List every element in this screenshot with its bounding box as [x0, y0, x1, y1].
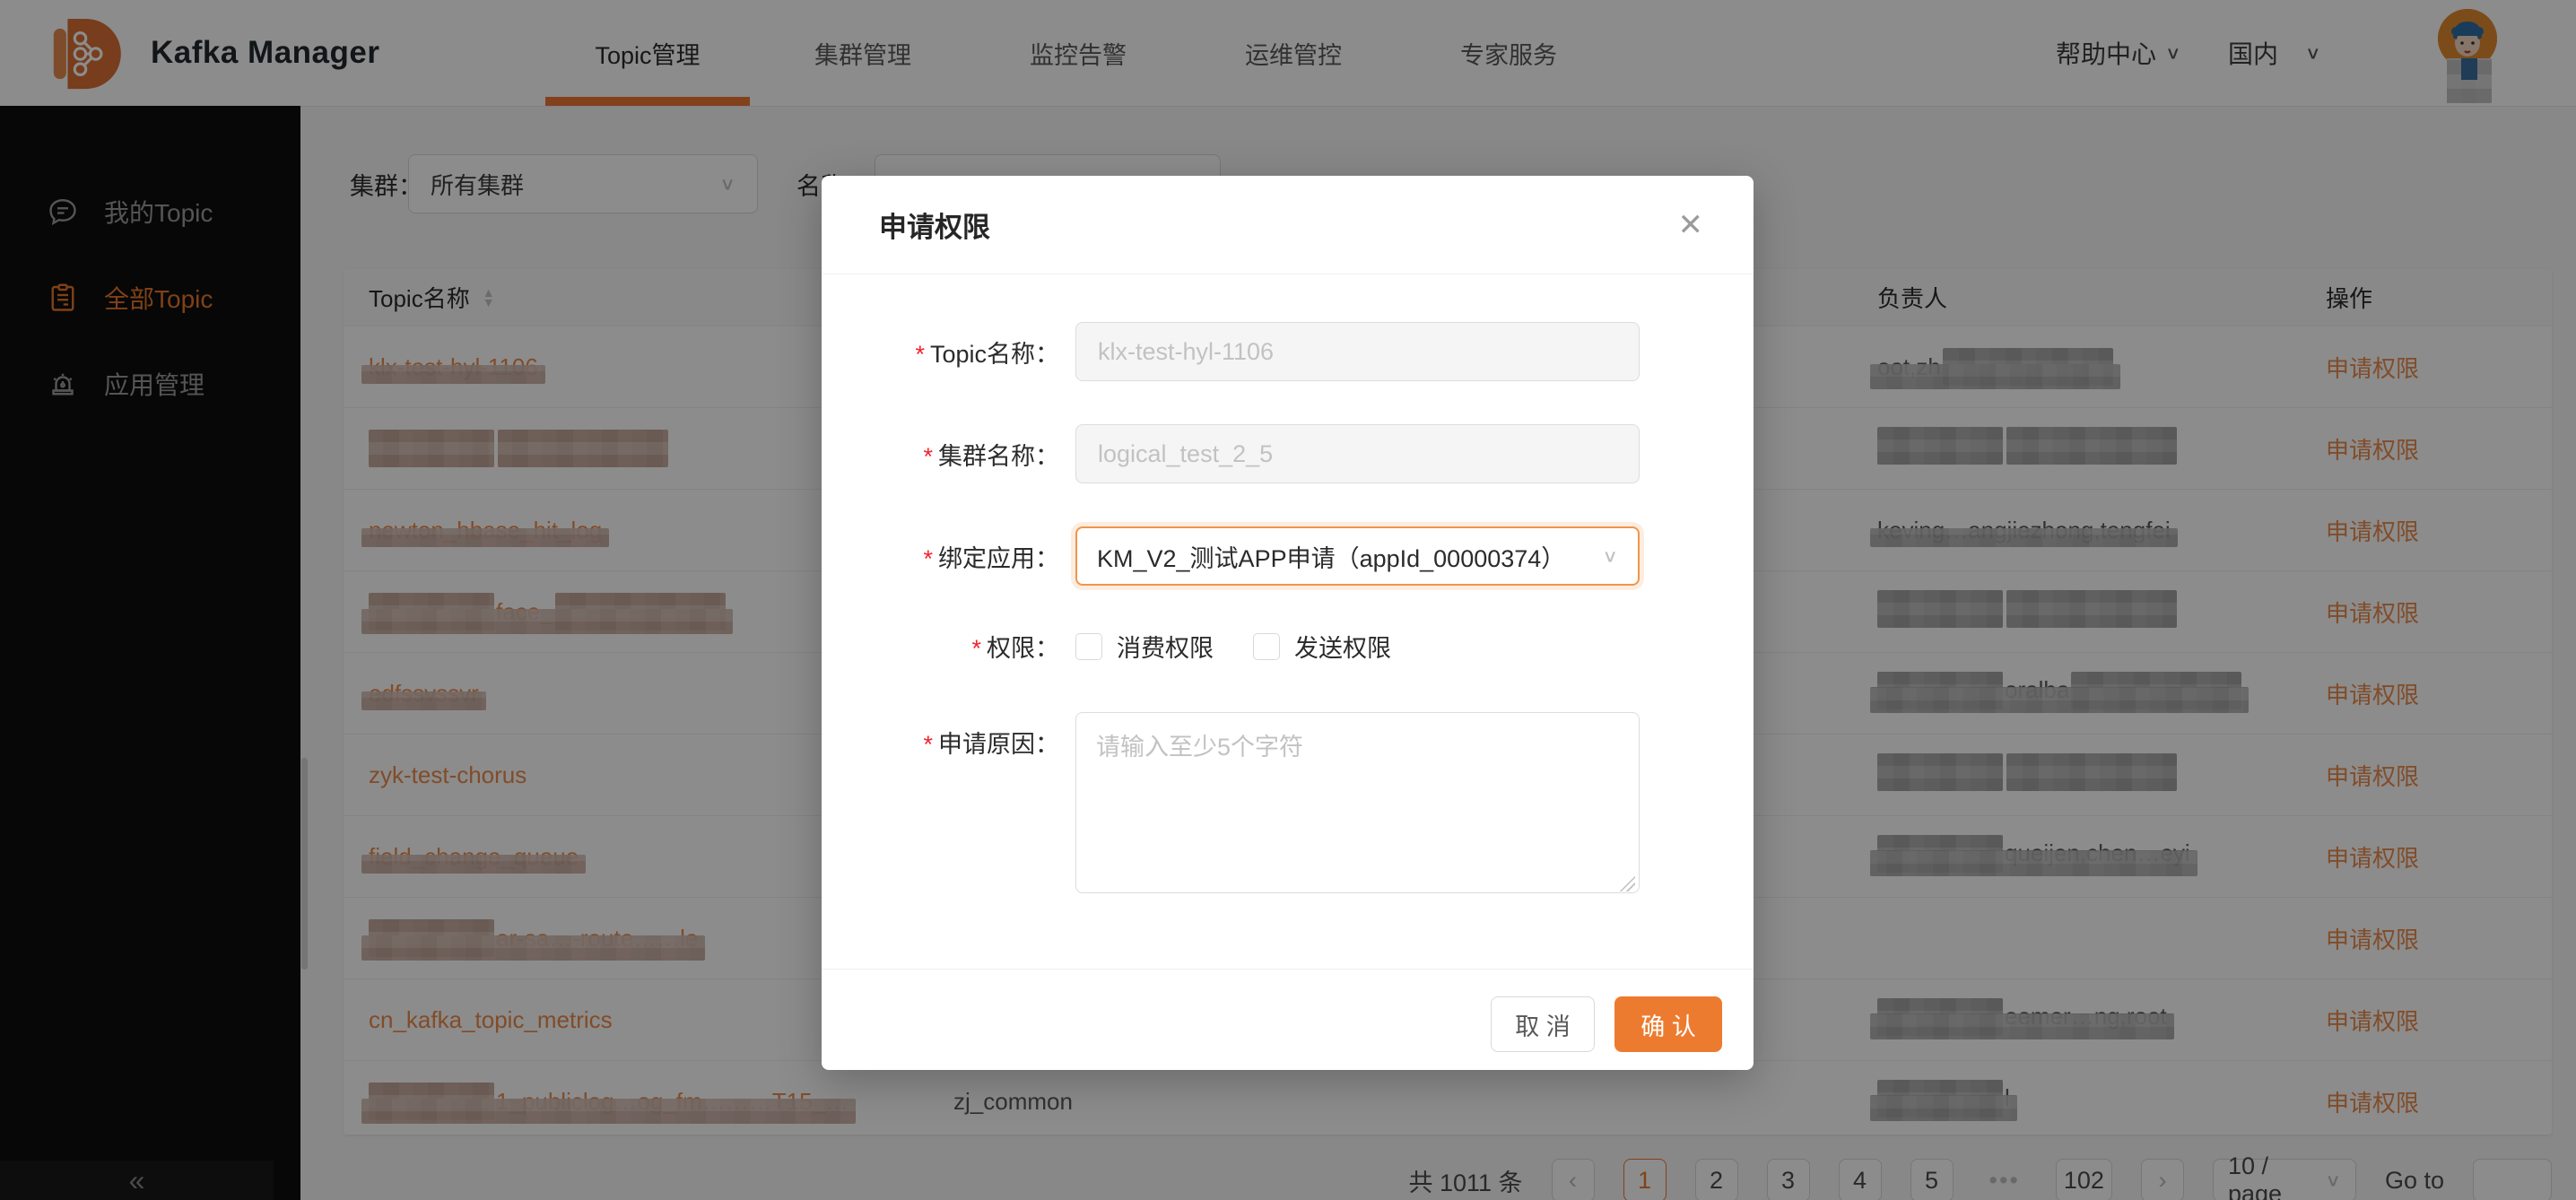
- topic-name-label: *Topic名称：: [822, 335, 1059, 370]
- confirm-button[interactable]: 确 认: [1614, 996, 1722, 1052]
- send-permission-checkbox[interactable]: [1253, 633, 1280, 660]
- cancel-button[interactable]: 取 消: [1491, 996, 1595, 1052]
- app-screen: Kafka Manager Topic管理 集群管理 监控告警 运维管控 专家服…: [0, 0, 2576, 1200]
- modal-body: *Topic名称： klx-test-hyl-1106 *集群名称： logic…: [822, 274, 1754, 898]
- apply-permission-modal: 申请权限 ✕ *Topic名称： klx-test-hyl-1106 *集群名称…: [822, 176, 1754, 1070]
- chevron-down-icon: ∨: [1602, 545, 1618, 566]
- apply-reason-textarea[interactable]: [1075, 712, 1640, 893]
- required-asterisk: *: [915, 341, 925, 368]
- required-asterisk: *: [923, 443, 933, 470]
- permission-options: 消费权限 发送权限: [1075, 629, 1391, 664]
- required-asterisk: *: [971, 635, 981, 662]
- cluster-name-label: *集群名称：: [822, 437, 1059, 472]
- form-row-permissions: *权限： 消费权限 发送权限: [822, 629, 1754, 664]
- required-asterisk: *: [923, 731, 933, 758]
- consume-permission-checkbox[interactable]: [1075, 633, 1102, 660]
- bind-app-select[interactable]: KM_V2_测试APP申请（appId_00000374） ∨: [1075, 526, 1640, 586]
- modal-title: 申请权限: [879, 204, 990, 245]
- permission-label: *权限：: [822, 629, 1059, 664]
- modal-footer: 取 消 确 认: [822, 969, 1754, 1052]
- send-permission-label[interactable]: 发送权限: [1294, 629, 1391, 664]
- bind-app-label: *绑定应用：: [822, 539, 1059, 574]
- topic-name-field: klx-test-hyl-1106: [1075, 322, 1640, 381]
- modal-header: 申请权限 ✕: [822, 176, 1754, 274]
- apply-reason-label: *申请原因：: [822, 725, 1059, 760]
- form-row-reason: *申请原因：: [822, 712, 1754, 898]
- cluster-name-field: logical_test_2_5: [1075, 424, 1640, 483]
- form-row-app: *绑定应用： KM_V2_测试APP申请（appId_00000374） ∨: [822, 526, 1754, 586]
- form-row-cluster: *集群名称： logical_test_2_5: [822, 424, 1754, 483]
- form-row-topic: *Topic名称： klx-test-hyl-1106: [822, 322, 1754, 381]
- bind-app-value: KM_V2_测试APP申请（appId_00000374）: [1097, 539, 1565, 574]
- apply-reason-wrap: [1075, 712, 1640, 898]
- close-icon[interactable]: ✕: [1678, 210, 1704, 240]
- required-asterisk: *: [923, 545, 933, 572]
- consume-permission-label[interactable]: 消费权限: [1117, 629, 1214, 664]
